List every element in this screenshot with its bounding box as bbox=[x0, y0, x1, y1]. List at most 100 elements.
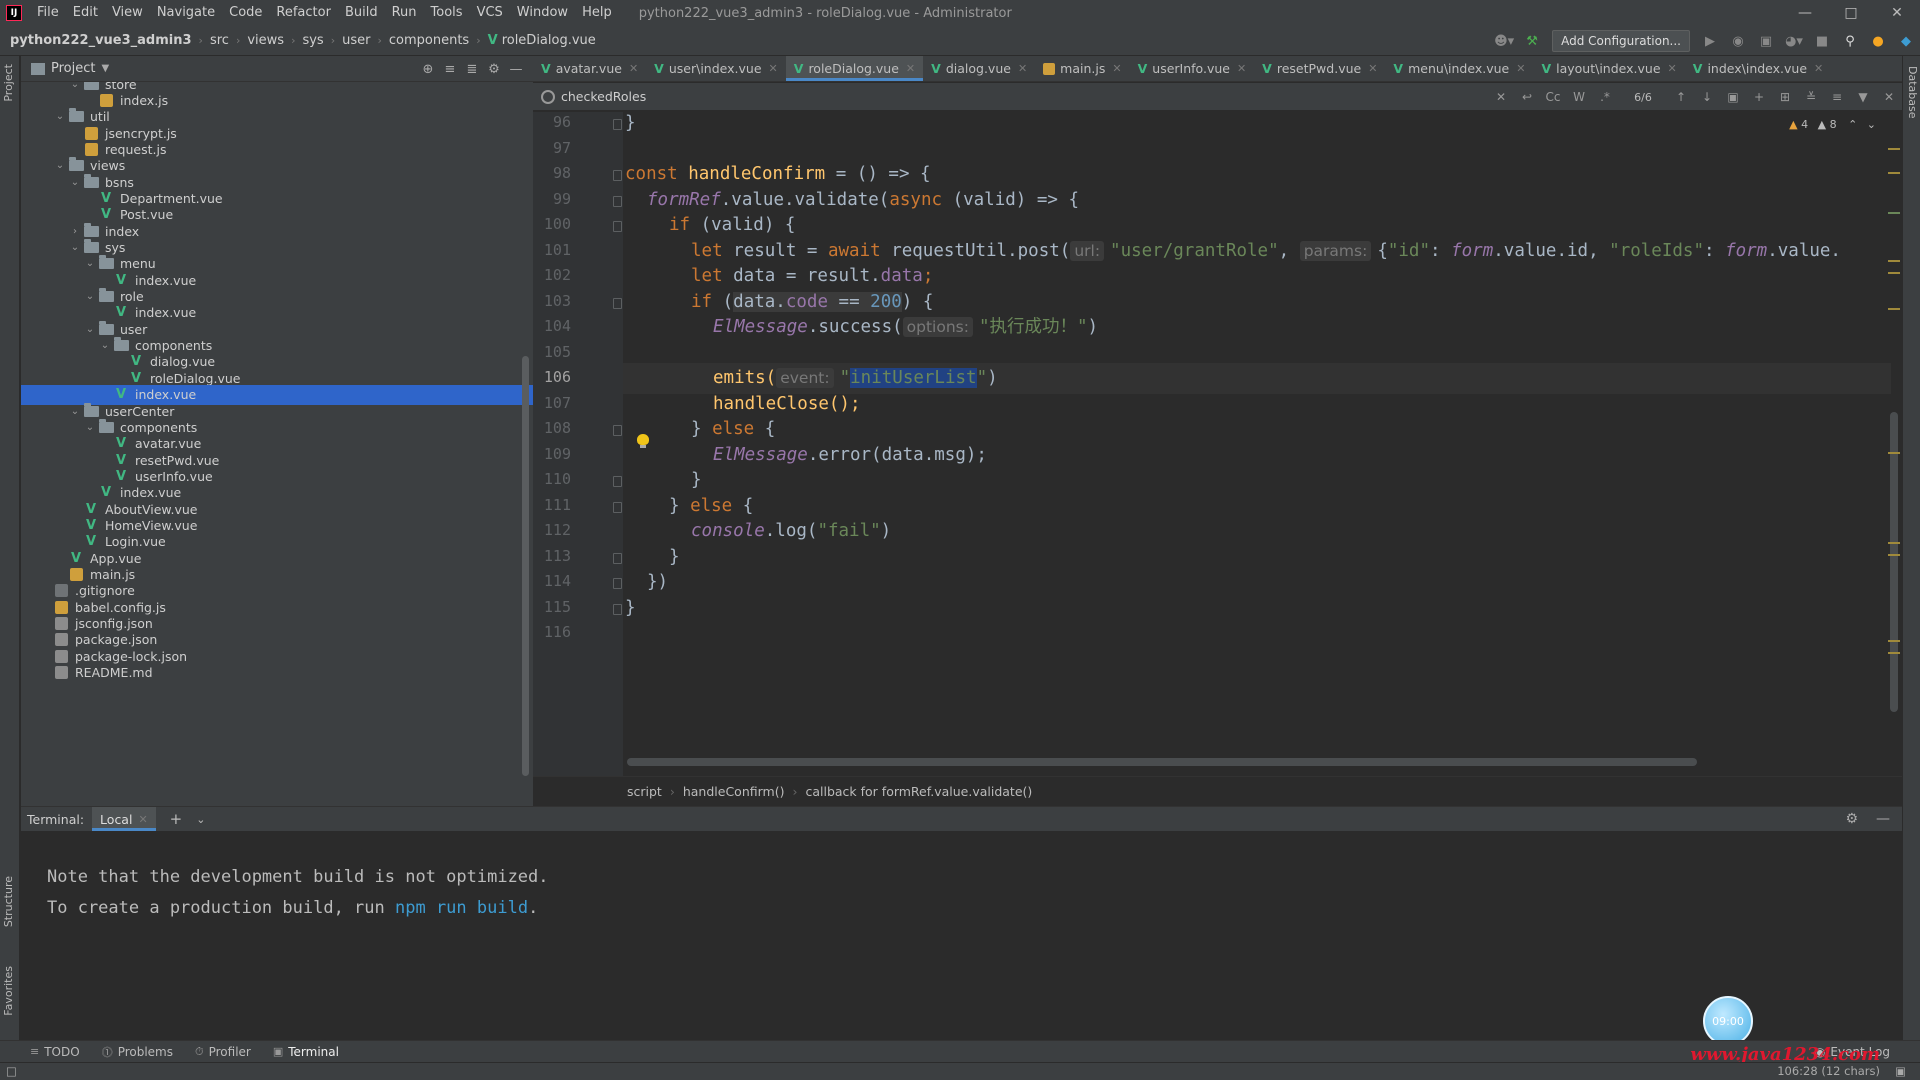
close-icon[interactable]: ✕ bbox=[906, 62, 915, 75]
settings-list-icon[interactable]: ≡ bbox=[1824, 90, 1850, 104]
menu-item-window[interactable]: Window bbox=[510, 0, 575, 26]
panel-toggle-icon[interactable]: □ bbox=[6, 1064, 17, 1078]
error-stripe-marker[interactable] bbox=[1888, 212, 1900, 214]
fold-marker-icon[interactable] bbox=[613, 578, 622, 589]
menu-item-refactor[interactable]: Refactor bbox=[269, 0, 338, 26]
regex-icon[interactable]: .* bbox=[1592, 90, 1618, 104]
find-in-window-icon[interactable]: ▣ bbox=[1720, 90, 1746, 104]
error-stripe-marker[interactable] bbox=[1888, 542, 1900, 544]
project-panel-title[interactable]: Project bbox=[51, 61, 95, 76]
editor-tab[interactable]: VresetPwd.vue ✕ bbox=[1254, 56, 1385, 81]
profile-icon[interactable]: ◕▾ bbox=[1782, 29, 1806, 53]
chevron-right-icon[interactable]: › bbox=[68, 226, 82, 237]
line-number[interactable]: 96 bbox=[533, 113, 571, 131]
structure-stripe-button[interactable]: Structure bbox=[2, 876, 15, 927]
line-number[interactable]: 101 bbox=[533, 241, 571, 259]
chevron-down-icon[interactable]: ▼ bbox=[101, 63, 109, 74]
line-number[interactable]: 104 bbox=[533, 317, 571, 335]
chevron-down-icon[interactable]: ⌄ bbox=[196, 813, 205, 826]
line-number[interactable]: 112 bbox=[533, 521, 571, 539]
line-number[interactable]: 111 bbox=[533, 496, 571, 514]
add-terminal-icon[interactable]: + bbox=[170, 810, 183, 828]
close-window-icon[interactable]: ✕ bbox=[1874, 0, 1920, 26]
code-editor[interactable]: 96 97 98 99 100 101 102 103 104 105 106 107 108 109 11… bbox=[533, 112, 1902, 776]
toolwindow-terminal-button[interactable]: ▣ Terminal bbox=[273, 1044, 339, 1060]
menu-item-run[interactable]: Run bbox=[385, 0, 424, 26]
tree-item[interactable]: README.md bbox=[21, 663, 533, 683]
project-stripe-button[interactable]: Project bbox=[2, 64, 15, 102]
line-number[interactable]: 102 bbox=[533, 266, 571, 284]
editor-tab[interactable]: Vdialog.vue ✕ bbox=[923, 56, 1035, 81]
chevron-down-icon[interactable]: ⌄ bbox=[53, 160, 67, 171]
next-match-icon[interactable]: ↓ bbox=[1694, 90, 1720, 104]
chevron-down-icon[interactable]: ⌄ bbox=[83, 258, 97, 269]
menu-item-build[interactable]: Build bbox=[338, 0, 385, 26]
error-stripe-marker[interactable] bbox=[1888, 148, 1900, 150]
breadcrumb-item[interactable]: components bbox=[389, 33, 469, 48]
gear-icon[interactable]: ⚙ bbox=[483, 62, 505, 77]
line-number[interactable]: 109 bbox=[533, 445, 571, 463]
fold-marker-icon[interactable] bbox=[613, 501, 622, 513]
toolwindow-todo-button[interactable]: ≡ TODO bbox=[30, 1044, 80, 1060]
error-stripe-marker[interactable] bbox=[1888, 260, 1900, 262]
expand-all-icon[interactable]: ≡ bbox=[439, 62, 461, 77]
menu-item-tools[interactable]: Tools bbox=[424, 0, 470, 26]
chevron-down-icon[interactable]: ⌄ bbox=[68, 406, 82, 417]
close-icon[interactable]: ✕ bbox=[138, 813, 147, 826]
chevron-down-icon[interactable]: ⌄ bbox=[68, 177, 82, 188]
editor-tab[interactable]: Vuser\index.vue ✕ bbox=[646, 56, 786, 81]
code-breadcrumb-item[interactable]: handleConfirm() bbox=[683, 784, 785, 799]
build-hammer-icon[interactable]: ⚒ bbox=[1520, 29, 1544, 53]
line-number[interactable]: 105 bbox=[533, 343, 571, 361]
terminal-tab-local[interactable]: Local ✕ bbox=[92, 807, 156, 831]
fold-marker-icon[interactable] bbox=[613, 170, 622, 181]
menu-item-vcs[interactable]: VCS bbox=[470, 0, 510, 26]
close-icon[interactable]: ✕ bbox=[1516, 62, 1525, 75]
line-number[interactable]: 108 bbox=[533, 419, 571, 437]
breadcrumb-item[interactable]: views bbox=[247, 33, 284, 48]
error-stripe-marker[interactable] bbox=[1888, 554, 1900, 556]
updates-icon[interactable]: ● bbox=[1866, 29, 1890, 53]
line-number[interactable]: 107 bbox=[533, 394, 571, 412]
add-configuration-button[interactable]: Add Configuration... bbox=[1552, 30, 1690, 52]
coverage-icon[interactable]: ▣ bbox=[1754, 29, 1778, 53]
database-stripe-button[interactable]: Database bbox=[1906, 66, 1919, 119]
chevron-down-icon[interactable]: ⌄ bbox=[83, 324, 97, 335]
user-icon[interactable]: ☻▾ bbox=[1492, 29, 1516, 53]
stop-icon[interactable]: ■ bbox=[1810, 29, 1834, 53]
close-search-icon[interactable]: ✕ bbox=[1876, 90, 1902, 104]
chevron-down-icon[interactable]: ⌄ bbox=[1867, 118, 1876, 131]
close-icon[interactable]: ✕ bbox=[1668, 62, 1677, 75]
close-icon[interactable]: ✕ bbox=[1112, 62, 1121, 75]
terminal-command-link[interactable]: npm run build bbox=[395, 898, 528, 918]
line-number[interactable]: 113 bbox=[533, 547, 571, 565]
line-number[interactable]: 100 bbox=[533, 215, 571, 233]
line-number[interactable]: 98 bbox=[533, 164, 571, 182]
line-number[interactable]: 114 bbox=[533, 572, 571, 590]
fold-marker-icon[interactable] bbox=[613, 221, 622, 232]
close-icon[interactable]: ✕ bbox=[629, 62, 638, 75]
maximize-icon[interactable]: □ bbox=[1828, 0, 1874, 26]
search-everywhere-icon[interactable]: ⚲ bbox=[1838, 29, 1862, 53]
editor-tab[interactable]: main.js ✕ bbox=[1035, 56, 1129, 81]
error-stripe-marker[interactable] bbox=[1888, 652, 1900, 654]
run-icon[interactable]: ▶ bbox=[1698, 29, 1722, 53]
line-number-gutter[interactable]: 96 97 98 99 100 101 102 103 104 105 106 107 108 109 11… bbox=[533, 112, 623, 776]
breadcrumb-item[interactable]: roleDialog.vue bbox=[502, 33, 596, 48]
line-number[interactable]: 97 bbox=[533, 139, 571, 157]
line-number[interactable]: 110 bbox=[533, 470, 571, 488]
match-case-icon[interactable]: Cc bbox=[1540, 90, 1566, 104]
filter-options-icon[interactable]: ≚ bbox=[1798, 90, 1824, 104]
line-number[interactable]: 99 bbox=[533, 190, 571, 208]
hide-panel-icon[interactable]: — bbox=[505, 62, 527, 77]
collapse-all-icon[interactable]: ≣ bbox=[461, 62, 483, 77]
chevron-down-icon[interactable]: ⌄ bbox=[83, 291, 97, 302]
toolwindow-profiler-button[interactable]: ⏱ Profiler bbox=[195, 1044, 251, 1060]
line-number[interactable]: 116 bbox=[533, 623, 571, 641]
error-stripe-marker[interactable] bbox=[1888, 640, 1900, 642]
menu-item-file[interactable]: File bbox=[30, 0, 66, 26]
fold-marker-icon[interactable] bbox=[613, 425, 622, 436]
editor-tab[interactable]: Vlayout\index.vue ✕ bbox=[1533, 56, 1684, 81]
search-input[interactable] bbox=[561, 89, 1261, 104]
editor-horizontal-scrollbar[interactable] bbox=[627, 758, 1697, 766]
